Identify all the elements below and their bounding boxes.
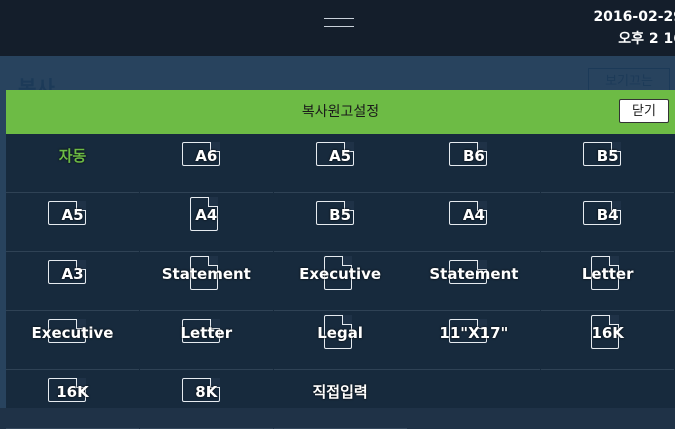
size-option-label: 8K: [195, 383, 218, 401]
size-option[interactable]: 16K: [541, 311, 675, 370]
size-option-label: Letter: [581, 265, 634, 283]
size-option[interactable]: A3: [6, 252, 139, 311]
size-option[interactable]: A5: [273, 134, 407, 193]
size-option-label: B4: [596, 206, 619, 224]
size-option[interactable]: 자동: [6, 134, 139, 193]
size-option[interactable]: B6: [407, 134, 541, 193]
size-option[interactable]: Statement: [407, 252, 541, 311]
size-option-label: B6: [462, 147, 485, 165]
size-option-label: Statement: [429, 265, 519, 283]
size-option-label: 자동: [58, 147, 87, 165]
size-option[interactable]: Executive: [273, 252, 407, 311]
size-option-label: A5: [329, 147, 352, 165]
size-option[interactable]: 16K: [6, 370, 139, 429]
size-option-label: A3: [61, 265, 84, 283]
size-option-label: Executive: [31, 324, 114, 342]
size-option-label: A5: [61, 206, 84, 224]
dialog-title: 복사원고설정: [301, 104, 380, 120]
size-option[interactable]: A4: [139, 193, 273, 252]
size-option[interactable]: Letter: [541, 252, 675, 311]
size-option[interactable]: A4: [407, 193, 541, 252]
size-option[interactable]: 11"X17": [407, 311, 541, 370]
size-option[interactable]: B5: [541, 134, 675, 193]
time-text: 오후 2 16: [618, 31, 675, 47]
size-option-label: B5: [329, 206, 352, 224]
size-option[interactable]: B4: [541, 193, 675, 252]
size-option[interactable]: A5: [6, 193, 139, 252]
size-option[interactable]: 8K: [139, 370, 273, 429]
size-option-label: Legal: [317, 324, 363, 342]
date-text: 2016-02-29: [593, 9, 675, 25]
clock: 2016-02-29 오후 2 16: [563, 6, 675, 50]
size-option-label: 16K: [56, 383, 89, 401]
size-option[interactable]: Letter: [139, 311, 273, 370]
size-option[interactable]: B5: [273, 193, 407, 252]
status-bar: 2016-02-29 오후 2 16: [0, 0, 675, 56]
size-option-label: A6: [195, 147, 218, 165]
size-option-label: 11"X17": [439, 324, 509, 342]
size-option[interactable]: Statement: [139, 252, 273, 311]
size-option-label: A4: [195, 206, 218, 224]
dialog-header: 복사원고설정 닫기: [6, 90, 675, 134]
size-option-label: Statement: [161, 265, 251, 283]
size-option-label: 직접입력: [312, 383, 368, 401]
drag-handle-icon[interactable]: [324, 18, 354, 27]
size-option[interactable]: A6: [139, 134, 273, 193]
size-option-label: B5: [596, 147, 619, 165]
size-option[interactable]: 직접입력: [273, 370, 407, 429]
size-option-label: Executive: [299, 265, 382, 283]
size-option-label: A4: [462, 206, 485, 224]
original-size-grid: 자동 A6 A5 B6 B5 A5 A4 B5 A4 B4 A3 Statement Executive…: [6, 134, 675, 429]
size-option-label: Letter: [180, 324, 233, 342]
size-option-label: 16K: [591, 324, 624, 342]
close-button[interactable]: 닫기: [619, 99, 669, 123]
size-option[interactable]: Executive: [6, 311, 139, 370]
size-option[interactable]: Legal: [273, 311, 407, 370]
